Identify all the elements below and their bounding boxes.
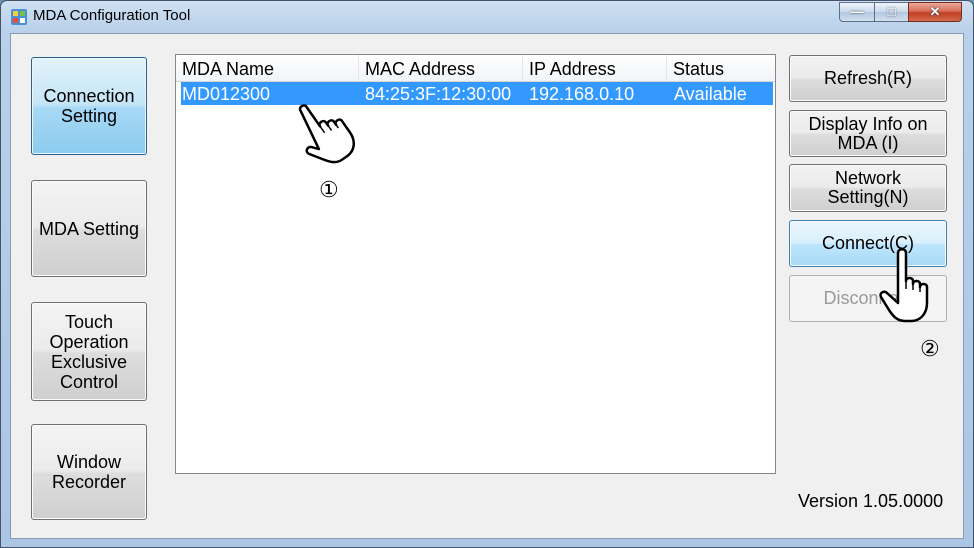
maximize-icon: □ <box>887 4 896 19</box>
column-mda-name[interactable]: MDA Name <box>176 55 359 81</box>
app-icon <box>11 9 27 25</box>
cell-status: Available <box>674 84 747 104</box>
nav-touch-exclusive-control[interactable]: Touch Operation Exclusive Control <box>31 302 147 401</box>
step-marker-1: ① <box>319 177 339 202</box>
close-button[interactable]: ✕ <box>908 2 962 22</box>
nav-window-recorder[interactable]: Window Recorder <box>31 424 147 520</box>
close-icon: ✕ <box>929 4 941 19</box>
pointing-hand-icon <box>298 104 355 164</box>
step-marker-2: ② <box>920 336 940 361</box>
table-row-selected[interactable]: MD012300 84:25:3F:12:30:00 192.168.0.10 … <box>181 82 773 105</box>
network-setting-button[interactable]: Network Setting(N) <box>789 164 947 212</box>
nav-mda-setting[interactable]: MDA Setting <box>31 180 147 277</box>
device-list[interactable]: MDA Name MAC Address IP Address Status M… <box>175 54 776 474</box>
cell-ip-address: 192.168.0.10 <box>529 84 635 104</box>
cell-mda-name: MD012300 <box>182 84 271 104</box>
column-status[interactable]: Status <box>667 55 775 81</box>
nav-connection-setting[interactable]: Connection Setting <box>31 57 147 155</box>
refresh-button[interactable]: Refresh(R) <box>789 55 947 102</box>
minimize-button[interactable]: — <box>839 2 875 22</box>
pressing-hand-icon <box>879 248 929 323</box>
cell-mac-address: 84:25:3F:12:30:00 <box>365 84 512 104</box>
minimize-icon: — <box>850 4 864 19</box>
window-title: MDA Configuration Tool <box>33 7 191 24</box>
version-label: Version 1.05.0000 <box>798 491 944 511</box>
display-info-button[interactable]: Display Info on MDA (I) <box>789 110 947 157</box>
column-mac-address[interactable]: MAC Address <box>359 55 523 81</box>
column-ip-address[interactable]: IP Address <box>523 55 667 81</box>
maximize-button[interactable]: □ <box>874 2 909 22</box>
title-bar[interactable]: MDA Configuration Tool — □ ✕ <box>1 1 973 33</box>
list-header: MDA Name MAC Address IP Address Status <box>176 55 775 82</box>
